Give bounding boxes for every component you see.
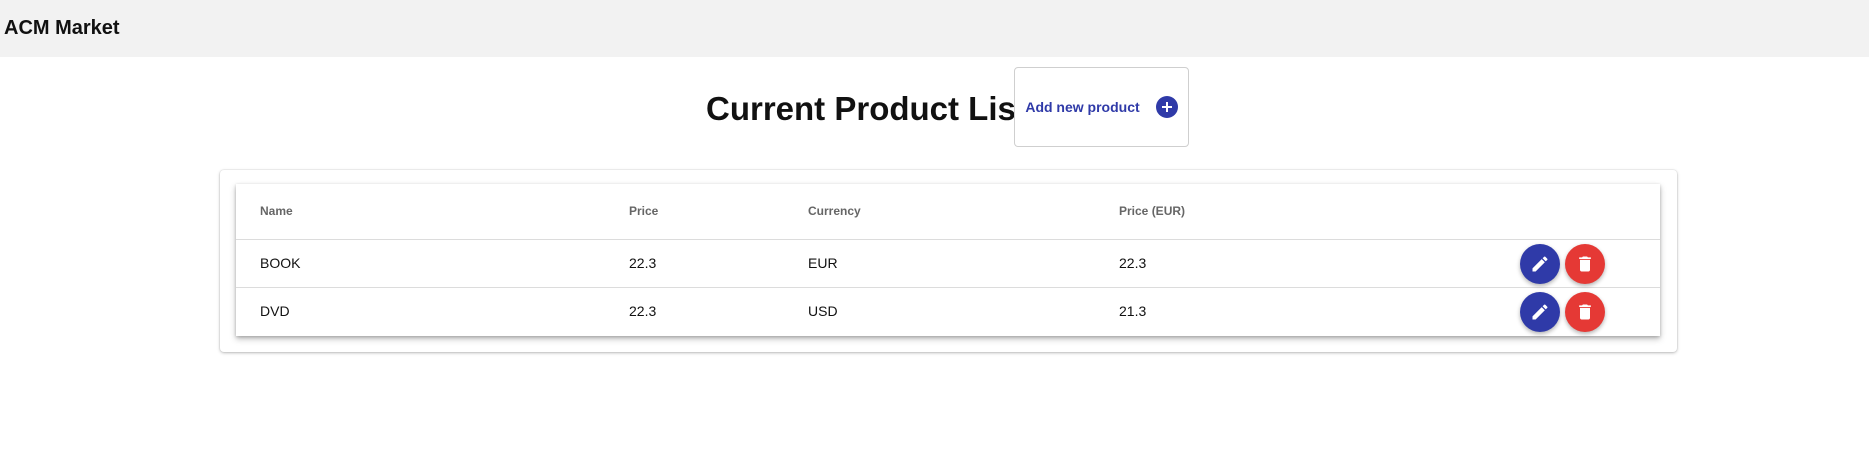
trash-icon (1579, 304, 1591, 320)
cell-name: DVD (260, 303, 290, 319)
column-header-price-eur: Price (EUR) (1119, 204, 1186, 218)
table-header: Name Price Currency Price (EUR) (236, 184, 1660, 240)
pencil-icon (1532, 304, 1548, 320)
trash-icon (1579, 256, 1591, 272)
pencil-icon (1532, 256, 1548, 272)
app-title: ACM Market (4, 17, 120, 39)
app-bar: ACM Market (0, 0, 1869, 57)
product-table: Name Price Currency Price (EUR) BOOK 22.… (236, 184, 1660, 336)
add-new-product-button[interactable]: Add new product (1014, 67, 1189, 147)
cell-currency: USD (808, 303, 838, 319)
page-title: Current Product List (706, 90, 1027, 127)
delete-button[interactable] (1565, 292, 1605, 332)
column-header-price: Price (629, 204, 659, 218)
plus-circle-icon (1155, 96, 1178, 118)
cell-price: 22.3 (629, 255, 657, 271)
cell-name: BOOK (260, 255, 301, 271)
page-header: Current Product List Add new product (0, 57, 1869, 167)
edit-button[interactable] (1520, 292, 1560, 332)
table-row: DVD 22.3 USD 21.3 (236, 288, 1660, 336)
delete-button[interactable] (1565, 244, 1605, 284)
cell-price-eur: 22.3 (1119, 255, 1147, 271)
add-new-product-label: Add new product (1025, 99, 1140, 115)
column-header-currency: Currency (808, 204, 861, 218)
cell-currency: EUR (808, 255, 838, 271)
table-row: BOOK 22.3 EUR 22.3 (236, 240, 1660, 288)
edit-button[interactable] (1520, 244, 1560, 284)
cell-price-eur: 21.3 (1119, 303, 1147, 319)
column-header-name: Name (260, 204, 293, 218)
cell-price: 22.3 (629, 303, 657, 319)
